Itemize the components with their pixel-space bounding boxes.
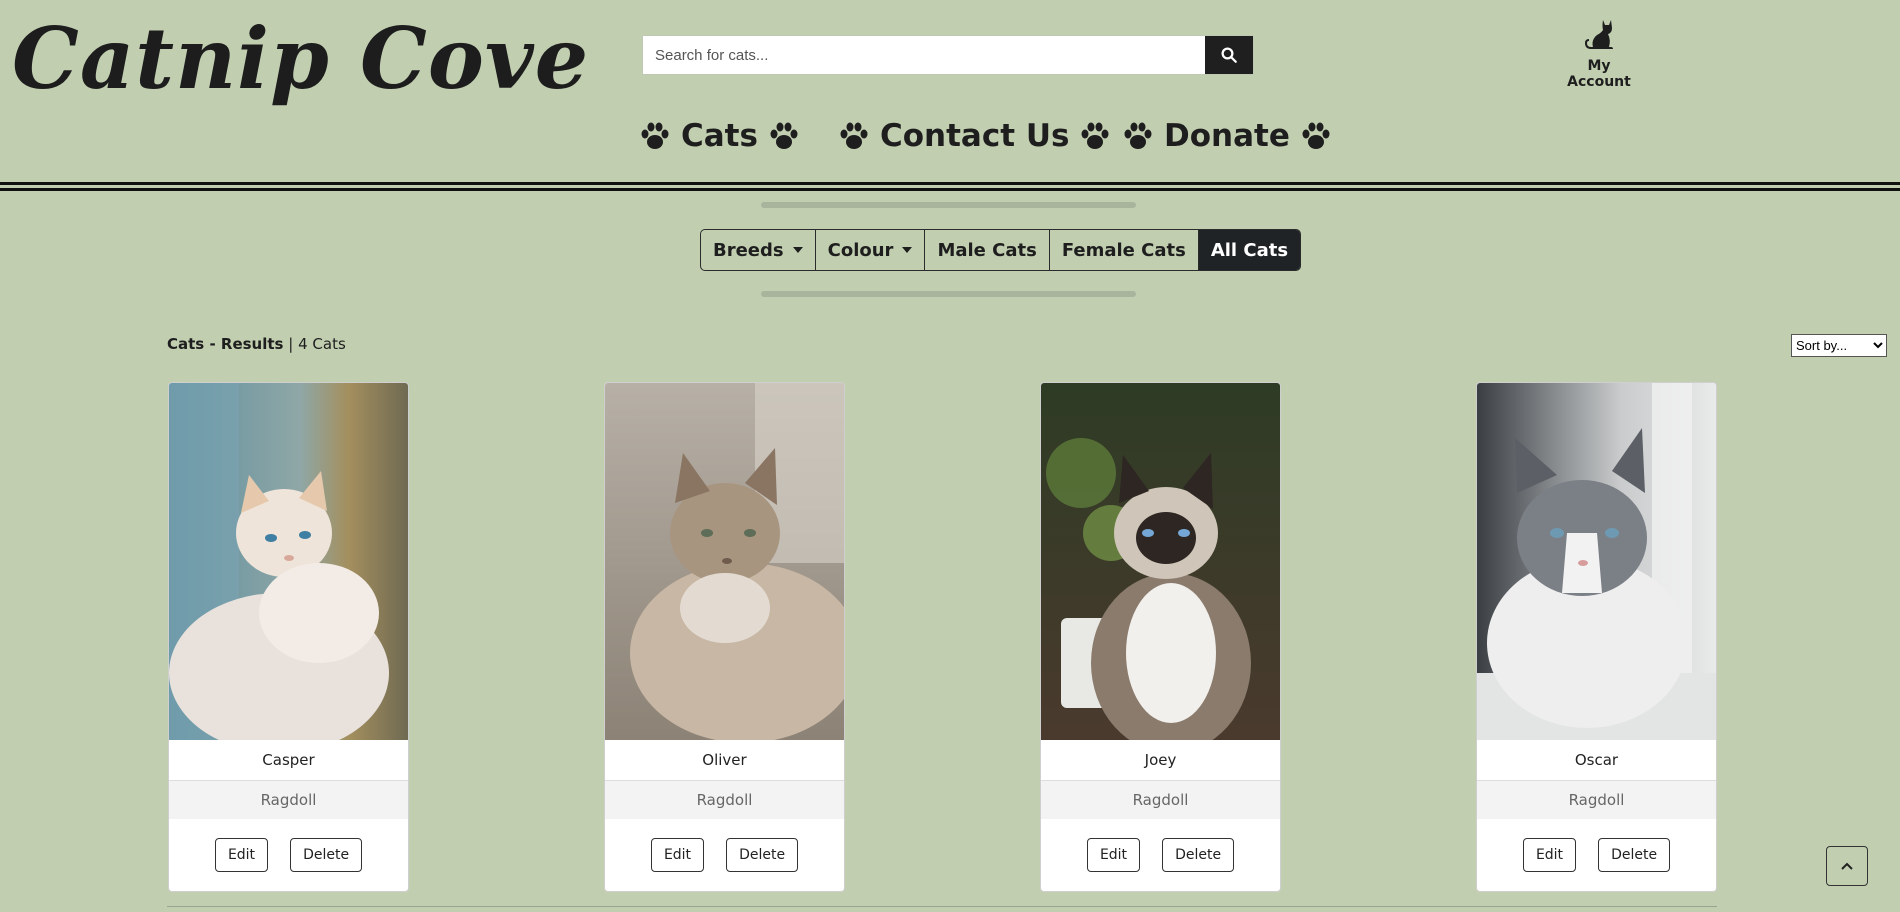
my-account-label: My Account bbox=[1567, 58, 1631, 90]
delete-button[interactable]: Delete bbox=[290, 838, 363, 872]
cat-photo bbox=[605, 383, 844, 743]
nav-cats-label: Cats bbox=[681, 118, 758, 154]
nav-donate[interactable]: Donate bbox=[1122, 118, 1332, 154]
cat-name: Casper bbox=[169, 740, 408, 781]
cat-card: Casper Ragdoll Edit Delete bbox=[168, 382, 409, 892]
cat-photo bbox=[1041, 383, 1280, 753]
paw-icon bbox=[770, 122, 798, 149]
sort-select[interactable]: Sort by... bbox=[1791, 334, 1887, 357]
caret-down-icon bbox=[792, 247, 803, 253]
female-cats-button[interactable]: Female Cats bbox=[1050, 230, 1199, 270]
nav-donate-label: Donate bbox=[1164, 118, 1290, 154]
paw-icon bbox=[641, 122, 669, 149]
results-count: | 4 Cats bbox=[288, 335, 346, 353]
cat-breed: Ragdoll bbox=[1041, 781, 1280, 819]
search-bar bbox=[642, 35, 1254, 75]
male-cats-button[interactable]: Male Cats bbox=[925, 230, 1050, 270]
all-cats-button[interactable]: All Cats bbox=[1198, 230, 1301, 270]
breeds-dropdown[interactable]: Breeds bbox=[701, 230, 816, 270]
filter-button-group: Breeds Colour Male Cats Female Cats All … bbox=[700, 229, 1302, 271]
paw-icon bbox=[840, 122, 868, 149]
filter-divider-bottom bbox=[761, 291, 1136, 297]
colour-label: Colour bbox=[827, 239, 894, 261]
edit-button[interactable]: Edit bbox=[650, 838, 705, 872]
site-logo[interactable]: Catnip Cove bbox=[12, 4, 589, 114]
delete-button[interactable]: Delete bbox=[1598, 838, 1671, 872]
breeds-label: Breeds bbox=[713, 239, 784, 261]
nav-contact-us[interactable]: Contact Us bbox=[838, 118, 1111, 154]
nav-contact-label: Contact Us bbox=[880, 118, 1070, 154]
cat-photo bbox=[169, 383, 408, 753]
cat-breed: Ragdoll bbox=[605, 781, 844, 819]
results-title: Cats - Results bbox=[167, 335, 284, 353]
paw-icon bbox=[1302, 122, 1330, 149]
cat-card: Joey Ragdoll Edit Delete bbox=[1040, 382, 1281, 892]
scroll-to-top-button[interactable] bbox=[1826, 846, 1868, 886]
cat-card: Oliver Ragdoll Edit Delete bbox=[604, 382, 845, 892]
filter-divider-top bbox=[761, 202, 1136, 208]
paw-icon bbox=[1081, 122, 1109, 149]
results-summary: Cats - Results | 4 Cats bbox=[167, 335, 346, 353]
cat-card: Oscar Ragdoll Edit Delete bbox=[1476, 382, 1717, 892]
cat-breed: Ragdoll bbox=[1477, 781, 1716, 819]
chevron-up-icon bbox=[1841, 862, 1853, 870]
delete-button[interactable]: Delete bbox=[726, 838, 799, 872]
header-divider bbox=[0, 188, 1900, 191]
cat-name: Joey bbox=[1041, 740, 1280, 781]
edit-button[interactable]: Edit bbox=[1522, 838, 1577, 872]
header-divider bbox=[0, 182, 1900, 185]
search-input[interactable] bbox=[643, 36, 1205, 74]
main-nav: Cats Contact Us Donate bbox=[0, 118, 1900, 168]
cat-account-icon bbox=[1585, 20, 1613, 49]
nav-cats[interactable]: Cats bbox=[639, 118, 800, 154]
content-divider bbox=[167, 906, 1717, 907]
cat-name: Oscar bbox=[1477, 740, 1716, 781]
edit-button[interactable]: Edit bbox=[214, 838, 269, 872]
cat-photo bbox=[1477, 383, 1716, 740]
search-icon bbox=[1221, 47, 1237, 63]
delete-button[interactable]: Delete bbox=[1162, 838, 1235, 872]
cat-breed: Ragdoll bbox=[169, 781, 408, 819]
colour-dropdown[interactable]: Colour bbox=[816, 230, 926, 270]
edit-button[interactable]: Edit bbox=[1086, 838, 1141, 872]
caret-down-icon bbox=[902, 247, 913, 253]
search-button[interactable] bbox=[1205, 36, 1253, 74]
paw-icon bbox=[1124, 122, 1152, 149]
cat-name: Oliver bbox=[605, 740, 844, 781]
my-account-link[interactable]: My Account bbox=[1555, 16, 1643, 90]
